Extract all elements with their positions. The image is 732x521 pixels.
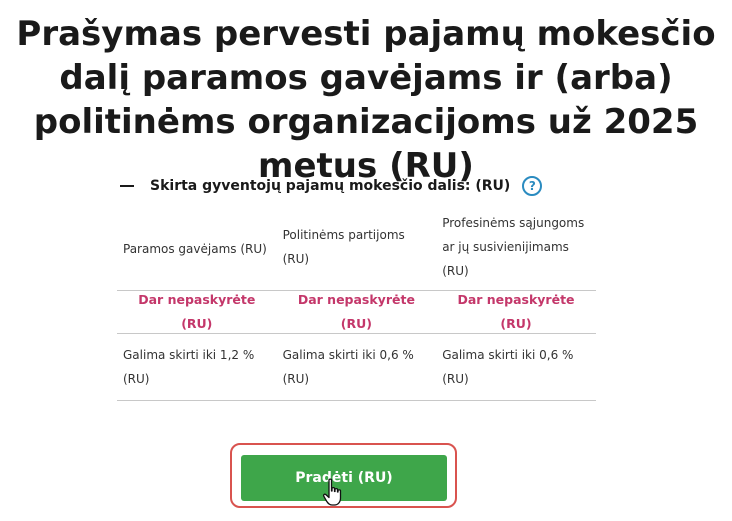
not-allocated-link-support-recipients[interactable]: Dar nepaskyrėte (RU) xyxy=(138,292,255,331)
section-title: Skirta gyventojų pajamų mokesčio dalis: … xyxy=(150,178,511,194)
column-header-trade-unions: Profesinėms sąjungoms ar jų susivienijim… xyxy=(436,204,596,290)
table-header-row: Paramos gavėjams (RU) Politinėms partijo… xyxy=(117,204,596,291)
status-cell: Dar nepaskyrėte (RU) xyxy=(277,288,437,336)
hand-cursor-icon xyxy=(322,478,342,506)
amount-cell: Galima skirti iki 1,2 % (RU) xyxy=(123,348,255,386)
column-header-political-parties: Politinėms partijoms (RU) xyxy=(277,204,437,290)
help-icon[interactable]: ? xyxy=(522,176,543,196)
amount-cell: Galima skirti iki 0,6 % (RU) xyxy=(282,348,414,386)
status-cell: Dar nepaskyrėte (RU) xyxy=(436,288,596,336)
allocation-table: Paramos gavėjams (RU) Politinėms partijo… xyxy=(117,204,596,401)
amount-row: Galima skirti iki 1,2 % (RU) Galima skir… xyxy=(117,334,596,401)
status-row: Dar nepaskyrėte (RU) Dar nepaskyrėte (RU… xyxy=(117,291,596,334)
not-allocated-link-trade-unions[interactable]: Dar nepaskyrėte (RU) xyxy=(457,292,574,331)
page-title: Prašymas pervesti pajamų mokesčio dalį p… xyxy=(16,14,716,186)
column-header-support-recipients: Paramos gavėjams (RU) xyxy=(117,204,277,290)
amount-cell: Galima skirti iki 0,6 % (RU) xyxy=(442,348,574,386)
column-header-label: Paramos gavėjams (RU) xyxy=(123,242,267,256)
not-allocated-link-political-parties[interactable]: Dar nepaskyrėte (RU) xyxy=(298,292,415,331)
section-header: Skirta gyventojų pajamų mokesčio dalis: … xyxy=(120,174,600,198)
status-cell: Dar nepaskyrėte (RU) xyxy=(117,288,277,336)
column-header-label: Profesinėms sąjungoms ar jų susivienijim… xyxy=(442,216,585,278)
collapse-toggle-icon[interactable] xyxy=(120,185,134,187)
column-header-label: Politinėms partijoms (RU) xyxy=(282,228,405,266)
